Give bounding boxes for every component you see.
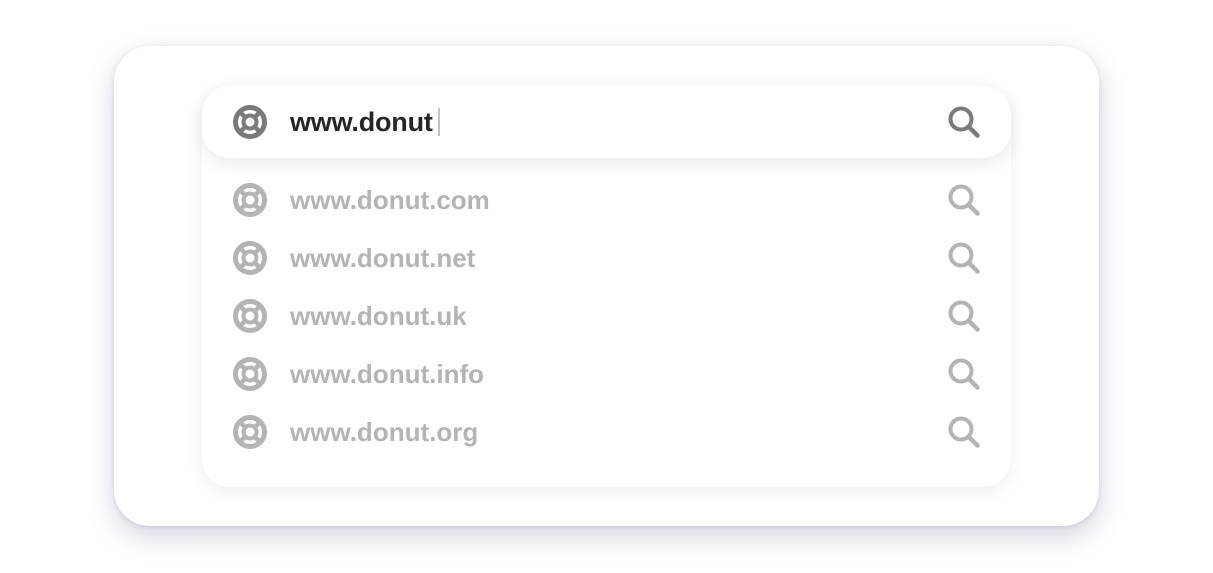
lifebuoy-icon	[232, 298, 268, 334]
search-bar[interactable]: www.donut	[202, 86, 1011, 158]
suggestion-label: www.donut.org	[290, 417, 479, 447]
suggestion-item[interactable]: www.donut.uk	[202, 287, 1011, 345]
lifebuoy-icon	[232, 356, 268, 392]
search-query-text: www.donut	[290, 106, 433, 137]
suggestion-item[interactable]: www.donut.info	[202, 345, 1011, 403]
suggestion-label: www.donut.info	[290, 359, 484, 389]
suggestion-item[interactable]: www.donut.net	[202, 229, 1011, 287]
suggestion-list: www.donut.com www.donut.net www.donut.uk	[202, 171, 1011, 461]
suggestion-label: www.donut.net	[290, 243, 476, 273]
lifebuoy-icon	[232, 182, 268, 218]
lifebuoy-icon	[232, 414, 268, 450]
search-icon[interactable]	[946, 414, 982, 450]
lifebuoy-icon	[232, 240, 268, 276]
lifebuoy-icon	[232, 104, 268, 140]
search-icon	[948, 106, 980, 138]
search-icon[interactable]	[946, 240, 982, 276]
text-caret	[437, 108, 440, 136]
search-input[interactable]: www.donut	[290, 104, 440, 140]
suggestion-label: www.donut.com	[290, 185, 490, 215]
suggestion-item[interactable]: www.donut.org	[202, 403, 1011, 461]
search-icon[interactable]	[946, 182, 982, 218]
search-icon[interactable]	[946, 356, 982, 392]
suggestion-label: www.donut.uk	[290, 301, 467, 331]
search-button[interactable]	[946, 104, 982, 140]
search-icon[interactable]	[946, 298, 982, 334]
suggestion-item[interactable]: www.donut.com	[202, 171, 1011, 229]
